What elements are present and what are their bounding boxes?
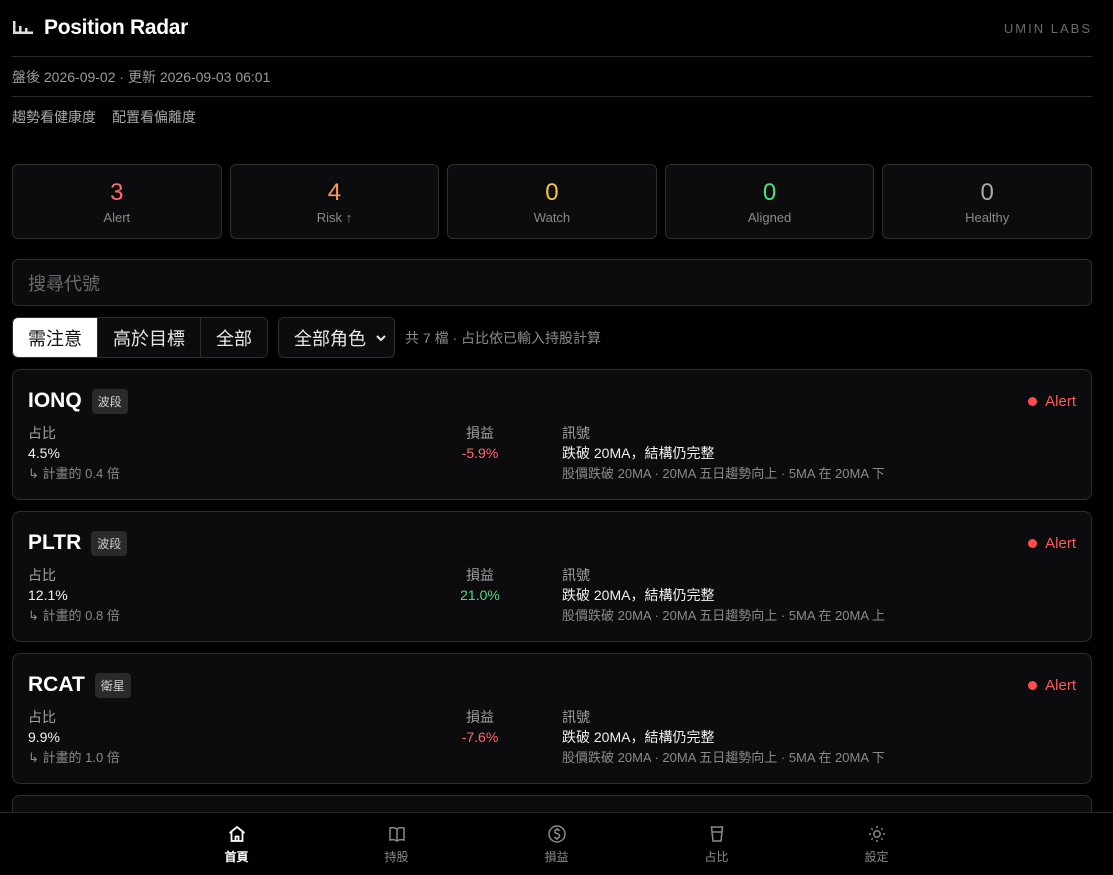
pnl-value: -5.9% xyxy=(461,445,499,461)
pnl-value: -7.6% xyxy=(461,729,499,745)
share-label: 占比 xyxy=(28,709,56,725)
stat-aligned[interactable]: 0 Aligned xyxy=(664,164,875,239)
bottom-nav: 首頁 持股 損益 占比 設定 xyxy=(0,812,1113,875)
stat-alert[interactable]: 3 Alert xyxy=(12,164,222,239)
filter-above-target-button[interactable]: 高於目標 xyxy=(98,318,201,357)
signal-detail: 股價跌破 20MA · 20MA 五日趨勢向上 · 5MA 在 20MA 下 xyxy=(562,466,885,481)
pnl-label: 損益 xyxy=(466,425,494,441)
share-label: 占比 xyxy=(28,425,56,441)
status-label: Alert xyxy=(1045,392,1076,410)
labs-label: UMIN LABS xyxy=(1003,20,1092,36)
nav-settings[interactable]: 設定 xyxy=(797,813,957,875)
role-select-value: 全部角色 xyxy=(294,328,366,349)
dollar-icon xyxy=(547,824,566,843)
stats-row: 3 Alert 4 Risk ↑ 0 Watch 0 Aligned 0 Hea… xyxy=(12,164,1092,239)
signal-label: 訊號 xyxy=(562,567,590,583)
pnl-value: 21.0% xyxy=(460,587,500,603)
alert-dot-icon xyxy=(1028,680,1038,690)
position-card-rcat[interactable]: RCAT 衛星 Alert 占比 9.9% ↳ 計畫的 1.0 倍 損益 -7.… xyxy=(12,653,1092,784)
info-links: 趨勢看健康度 配置看偏離度 xyxy=(12,97,1092,137)
link-allocation-deviation[interactable]: 配置看偏離度 xyxy=(112,107,196,127)
signal-value: 跌破 20MA，結構仍完整 xyxy=(562,729,715,745)
role-select[interactable]: 全部角色 xyxy=(278,317,395,358)
brand[interactable]: Position Radar xyxy=(12,16,188,40)
status-label: Alert xyxy=(1045,676,1076,694)
stat-healthy[interactable]: 0 Healthy xyxy=(882,164,1092,239)
nav-holdings[interactable]: 持股 xyxy=(317,813,477,875)
app-header: Position Radar UMIN LABS xyxy=(12,0,1092,57)
signal-label: 訊號 xyxy=(562,425,590,441)
radar-logo-icon xyxy=(13,21,33,34)
count-note: 共 7 檔 · 占比依已輸入持股計算 xyxy=(405,329,602,346)
pnl-label: 損益 xyxy=(466,709,494,725)
ticker: RCAT xyxy=(28,673,85,696)
role-tag: 波段 xyxy=(91,388,128,414)
share-value: 9.9% xyxy=(28,729,60,745)
signal-value: 跌破 20MA，結構仍完整 xyxy=(562,445,715,461)
stat-risk-count: 4 xyxy=(327,178,342,206)
book-icon xyxy=(388,826,405,842)
share-label: 占比 xyxy=(28,567,56,583)
link-trend-health[interactable]: 趨勢看健康度 xyxy=(12,107,96,127)
pnl-label: 損益 xyxy=(466,567,494,583)
role-tag: 波段 xyxy=(91,530,128,556)
sun-icon xyxy=(868,825,885,842)
signal-detail: 股價跌破 20MA · 20MA 五日趨勢向上 · 5MA 在 20MA 上 xyxy=(562,608,885,623)
nav-settings-label: 設定 xyxy=(864,849,889,864)
filter-segmented-control: 需注意 高於目標 全部 xyxy=(12,317,268,358)
nav-pnl[interactable]: 損益 xyxy=(477,813,637,875)
cup-icon xyxy=(710,825,723,842)
plan-ratio: ↳ 計畫的 1.0 倍 xyxy=(28,750,120,765)
chevron-down-icon xyxy=(376,334,386,341)
app-title: Position Radar xyxy=(44,16,188,39)
search-input[interactable]: 搜尋代號 xyxy=(12,259,1092,306)
stat-risk-label: Risk ↑ xyxy=(316,209,353,225)
role-tag: 衛星 xyxy=(94,672,131,698)
filter-needs-attention-button[interactable]: 需注意 xyxy=(13,318,98,357)
home-icon xyxy=(228,825,245,842)
stat-risk[interactable]: 4 Risk ↑ xyxy=(229,164,440,239)
stat-watch-count: 0 xyxy=(545,178,559,206)
alert-dot-icon xyxy=(1028,396,1038,406)
status-badge: Alert xyxy=(1028,677,1076,694)
ticker: PLTR xyxy=(28,531,82,554)
stat-aligned-count: 0 xyxy=(762,178,777,206)
ticker: IONQ xyxy=(28,389,82,412)
status-badge: Alert xyxy=(1028,393,1076,410)
filter-bar: 需注意 高於目標 全部 全部角色 共 7 檔 · 占比依已輸入持股計算 xyxy=(12,317,1092,358)
stat-healthy-label: Healthy xyxy=(965,209,1010,225)
position-card-pltr[interactable]: PLTR 波段 Alert 占比 12.1% ↳ 計畫的 0.8 倍 損益 21… xyxy=(12,511,1092,642)
signal-detail: 股價跌破 20MA · 20MA 五日趨勢向上 · 5MA 在 20MA 下 xyxy=(562,750,885,765)
filter-all-button[interactable]: 全部 xyxy=(201,318,267,357)
status-label: Alert xyxy=(1045,534,1076,552)
stat-alert-label: Alert xyxy=(103,209,131,225)
plan-ratio: ↳ 計畫的 0.8 倍 xyxy=(28,608,120,623)
plan-ratio: ↳ 計畫的 0.4 倍 xyxy=(28,466,120,481)
nav-share-label: 占比 xyxy=(704,849,729,864)
share-value: 12.1% xyxy=(28,587,68,603)
share-value: 4.5% xyxy=(28,445,60,461)
nav-pnl-label: 損益 xyxy=(544,849,569,864)
position-list: IONQ 波段 Alert 占比 4.5% ↳ 計畫的 0.4 倍 損益 -5.… xyxy=(12,369,1092,835)
stat-watch[interactable]: 0 Watch xyxy=(447,164,657,239)
nav-home[interactable]: 首頁 xyxy=(157,813,317,875)
app-page: Position Radar UMIN LABS 盤後 2026-09-02 ·… xyxy=(0,0,1113,875)
stat-aligned-label: Aligned xyxy=(747,209,792,225)
position-card-ionq[interactable]: IONQ 波段 Alert 占比 4.5% ↳ 計畫的 0.4 倍 損益 -5.… xyxy=(12,369,1092,500)
stat-alert-count: 3 xyxy=(110,178,124,206)
nav-holdings-label: 持股 xyxy=(384,849,409,864)
signal-value: 跌破 20MA，結構仍完整 xyxy=(562,587,715,603)
nav-home-label: 首頁 xyxy=(224,849,249,864)
alert-dot-icon xyxy=(1028,538,1038,548)
nav-share[interactable]: 占比 xyxy=(637,813,797,875)
signal-label: 訊號 xyxy=(562,709,590,725)
stat-watch-label: Watch xyxy=(533,209,571,225)
status-badge: Alert xyxy=(1028,535,1076,552)
stat-healthy-count: 0 xyxy=(980,178,994,206)
status-line: 盤後 2026-09-02 · 更新 2026-09-03 06:01 xyxy=(12,57,1092,97)
